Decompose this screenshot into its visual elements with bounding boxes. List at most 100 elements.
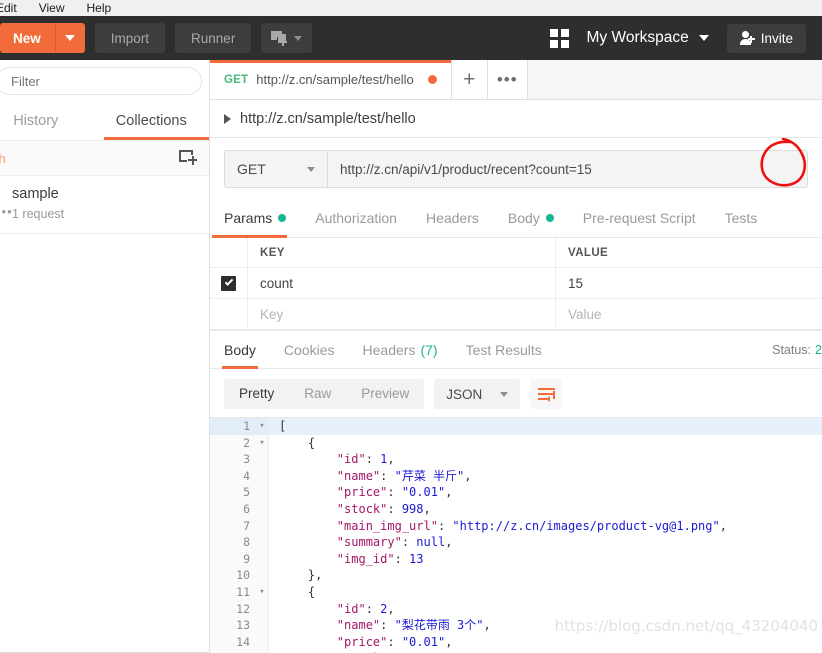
response-headers-count: (7) (420, 341, 438, 358)
response-tab-test-results[interactable]: Test Results (466, 331, 542, 369)
fold-spacer (256, 633, 268, 651)
format-select[interactable]: JSON (434, 379, 521, 409)
new-dropdown-toggle[interactable] (54, 23, 85, 53)
tab-headers-label: Headers (425, 209, 479, 226)
line-number: 10 (210, 567, 256, 584)
code-line: 5 "price": "0.01", (210, 484, 822, 501)
view-mode-preview[interactable]: Preview (346, 379, 424, 409)
menu-edit[interactable]: Edit (0, 0, 17, 16)
chevron-down-icon[interactable] (698, 35, 709, 41)
new-collection-icon[interactable] (179, 150, 198, 167)
menu-view[interactable]: View (39, 0, 65, 16)
format-select-value: JSON (446, 386, 483, 402)
table-row[interactable]: count 15 (210, 268, 822, 299)
refresh-link[interactable]: sh (0, 151, 6, 166)
runner-button[interactable]: Runner (175, 23, 252, 53)
status-label: Status: (772, 342, 812, 357)
tab-pre-request-script[interactable]: Pre-request Script (583, 198, 711, 238)
fold-toggle-icon[interactable]: ▾ (256, 418, 268, 435)
fold-toggle-icon[interactable]: ▾ (256, 434, 268, 452)
chevron-down-icon (307, 166, 315, 172)
tab-pre-request-script-label: Pre-request Script (582, 209, 696, 226)
tab-tests[interactable]: Tests (725, 198, 773, 238)
url-input[interactable] (328, 150, 808, 188)
import-button[interactable]: Import (94, 23, 166, 53)
code-text: "price": "0.01", (268, 484, 822, 501)
triangle-right-icon[interactable] (224, 113, 231, 124)
collection-header: sh (0, 140, 209, 176)
code-text: { (268, 434, 822, 452)
response-tab-body[interactable]: Body (222, 331, 258, 369)
response-tab-headers[interactable]: Headers (7) (363, 331, 438, 369)
line-number: 2 (210, 434, 256, 452)
sidebar-tab-history[interactable]: History (0, 102, 94, 140)
method-select[interactable]: GET (224, 150, 328, 188)
header-cell-check (210, 238, 248, 267)
code-line: 14 "price": "0.01", (210, 633, 822, 651)
code-line: 4 "name": "芹菜 半斤", (210, 467, 822, 485)
code-text: "img_id": 13 (268, 550, 822, 568)
word-wrap-icon (537, 388, 555, 402)
fold-spacer (256, 451, 268, 468)
response-tab-cookies[interactable]: Cookies (284, 331, 335, 369)
request-tabstrip: GET http://z.cn/sample/test/hello + ••• (210, 60, 822, 100)
new-button[interactable]: New (0, 23, 85, 53)
line-number: 6 (210, 500, 256, 518)
sidebar-tab-collections[interactable]: Collections (94, 102, 210, 140)
request-url-row: GET (210, 137, 822, 198)
line-number: 12 (210, 600, 256, 618)
grid-icon (549, 28, 569, 48)
row-value[interactable]: 15 (556, 268, 822, 298)
method-select-value: GET (237, 161, 266, 177)
code-line: 1 ▾[ (210, 418, 822, 435)
row-value-placeholder[interactable]: Value (556, 299, 822, 329)
sidebar: History Collections sh ••• sample 1 requ… (0, 60, 210, 653)
view-mode-pretty[interactable]: Pretty (224, 379, 289, 409)
code-text: "name": "芹菜 半斤", (268, 467, 822, 485)
fold-spacer (256, 484, 268, 501)
code-text: "stock": 998, (268, 500, 822, 518)
code-line: 9 "img_id": 13 (210, 550, 822, 568)
response-tab-headers-label: Headers (362, 341, 416, 358)
breadcrumb-path: http://z.cn/sample/test/hello (240, 110, 416, 127)
response-viewer-toolbar: Pretty Raw Preview JSON (210, 369, 822, 417)
chevron-down-icon (500, 391, 509, 397)
table-header-row: KEY VALUE (210, 238, 822, 268)
invite-button[interactable]: Invite (726, 23, 806, 53)
row-key[interactable]: count (248, 268, 556, 298)
plus-icon: + (463, 67, 476, 91)
fold-spacer (256, 550, 268, 568)
fold-toggle-icon[interactable]: ▾ (256, 583, 268, 601)
code-text: "id": 1, (268, 451, 822, 468)
collection-menu-icon[interactable]: ••• (0, 204, 13, 219)
code-line: 12 "id": 2, (210, 600, 822, 618)
status-value: 2 (815, 342, 822, 357)
row-checkbox-cell-empty[interactable] (210, 299, 248, 329)
word-wrap-button[interactable] (530, 379, 563, 409)
tab-headers[interactable]: Headers (426, 198, 494, 238)
filter-input[interactable] (0, 67, 202, 95)
new-tab-button[interactable]: + (451, 60, 488, 99)
invite-button-label: Invite (760, 30, 793, 46)
response-body-viewer[interactable]: 1 ▾[2 ▾ {3 "id": 1, 4 "name": "芹菜 半斤", 5 "pr… (210, 417, 822, 653)
header-cell-key: KEY (248, 238, 556, 267)
menu-help[interactable]: Help (86, 0, 111, 16)
table-row-empty[interactable]: Key Value (210, 299, 822, 330)
view-mode-raw[interactable]: Raw (289, 379, 346, 409)
row-checkbox[interactable] (221, 275, 236, 291)
workspace-label[interactable]: My Workspace (587, 29, 689, 47)
response-tab-cookies-label: Cookies (283, 341, 335, 358)
row-key-placeholder[interactable]: Key (248, 299, 556, 329)
new-window-button[interactable] (261, 23, 313, 53)
row-checkbox-cell[interactable] (210, 268, 248, 298)
code-text: }, (268, 567, 822, 584)
tab-body[interactable]: Body (508, 198, 569, 238)
fold-spacer (256, 617, 268, 634)
ellipsis-icon: ••• (496, 69, 518, 89)
request-tab[interactable]: GET http://z.cn/sample/test/hello (210, 60, 452, 99)
status-dot-icon (545, 213, 554, 222)
list-item[interactable]: ••• sample 1 request (0, 176, 209, 234)
tab-options-button[interactable]: ••• (487, 60, 528, 99)
tab-params[interactable]: Params (211, 198, 301, 238)
tab-authorization[interactable]: Authorization (315, 198, 412, 238)
